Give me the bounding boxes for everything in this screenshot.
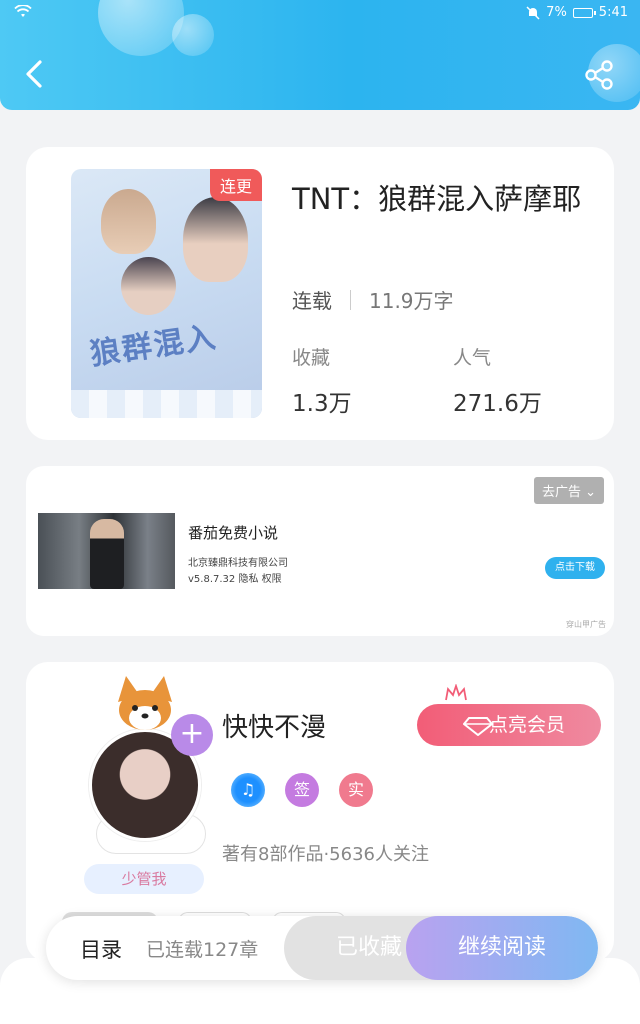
book-title: TNT：狼群混入萨摩耶: [292, 182, 582, 216]
status-bar: 7% 5:41: [0, 0, 640, 28]
nickname-tag: 少管我: [84, 864, 204, 894]
music-badge: ♫: [231, 773, 265, 807]
remove-ad-button[interactable]: 去广告 ⌄: [533, 477, 604, 504]
continue-reading-button[interactable]: 继续阅读: [406, 916, 598, 980]
favorites-label: 收藏: [292, 347, 331, 369]
ad-source: 穿山甲广告: [566, 620, 606, 629]
book-status: 连载: [292, 289, 332, 313]
word-count: 11.9万字: [369, 289, 454, 313]
ad-title: 番茄免费小说: [188, 524, 279, 542]
bottom-action-bar: 目录 已连载127章 已收藏 继续阅读: [46, 916, 598, 980]
popularity-label: 人气: [453, 347, 492, 369]
favorites-stat: 收藏 1.3万: [292, 343, 352, 418]
author-badges: ♫ 签 实: [231, 773, 373, 807]
vip-button[interactable]: 点亮会员: [417, 704, 601, 746]
battery-percent: 7%: [546, 5, 567, 20]
favorites-value: 1.3万: [292, 391, 352, 417]
ad-download-button[interactable]: 点击下载: [545, 557, 605, 579]
toc-button[interactable]: 目录: [80, 934, 122, 964]
ad-image-figure: [90, 519, 124, 589]
cover-artwork-text: 狼群混入: [87, 319, 220, 373]
serial-tag: 连更: [209, 169, 262, 201]
popularity-stat: 人气 271.6万: [453, 343, 542, 418]
signed-badge: 签: [285, 773, 319, 807]
book-info-card: 狼群混入 连更 TNT：狼群混入萨摩耶 连载 11.9万字 收藏 1.3万 人气…: [26, 147, 614, 440]
crown-icon: [445, 684, 467, 701]
header: 7% 5:41: [0, 0, 640, 110]
corgi-icon: [118, 676, 172, 730]
battery-icon: [572, 7, 596, 18]
cover-figure: [101, 189, 156, 254]
author-name[interactable]: 快快不漫: [222, 707, 326, 744]
wifi-icon: [14, 5, 32, 17]
share-icon[interactable]: [582, 58, 616, 92]
chapter-count: 已连载127章: [146, 939, 259, 961]
ad-company: 北京臻鼎科技有限公司: [188, 558, 288, 569]
ad-version: v5.8.7.32 隐私 权限: [188, 574, 282, 585]
author-stats: 著有8部作品·5636人关注: [222, 844, 429, 865]
diamond-icon: [463, 717, 493, 736]
cover-figure: [183, 197, 248, 282]
divider: [350, 289, 351, 310]
popularity-value: 271.6万: [453, 391, 542, 417]
back-icon[interactable]: [20, 56, 50, 92]
book-cover[interactable]: 狼群混入 连更: [71, 169, 262, 418]
follow-add-button[interactable]: +: [171, 714, 213, 756]
author-avatar-frame: + 少管我: [56, 674, 213, 894]
clock: 5:41: [598, 5, 628, 20]
cover-stripe: [71, 390, 262, 418]
mute-bell-icon: [526, 5, 540, 20]
book-meta: 连载 11.9万字: [292, 285, 454, 314]
cover-figure: [121, 257, 176, 315]
verified-badge: 实: [339, 773, 373, 807]
ad-card[interactable]: 去广告 ⌄ 番茄免费小说 北京臻鼎科技有限公司 v5.8.7.32 隐私 权限 …: [26, 466, 614, 636]
ad-image[interactable]: [38, 513, 175, 589]
